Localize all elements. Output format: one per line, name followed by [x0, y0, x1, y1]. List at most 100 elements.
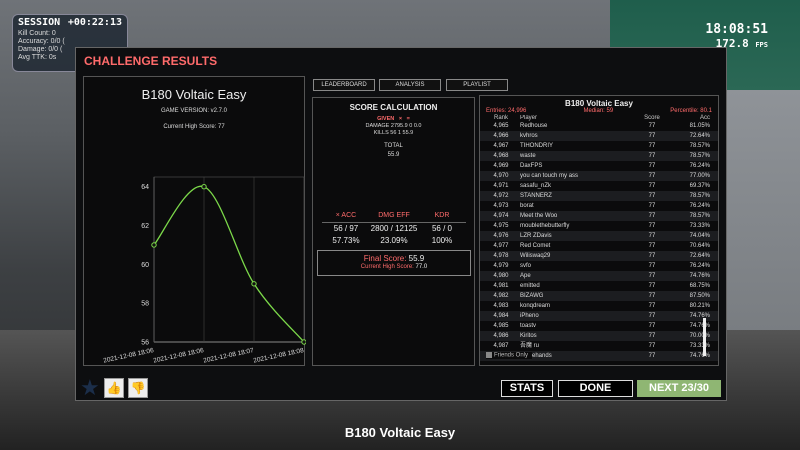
row-rank: 4,966	[493, 133, 509, 139]
row-rank: 4,968	[493, 153, 509, 159]
median-score: Median: 59	[583, 108, 614, 114]
stats-button[interactable]: STATS	[501, 380, 553, 397]
stat-dmg-eff: DMG EFF 2800 / 12125 23.09%	[370, 210, 418, 247]
leaderboard-row[interactable]: 4,977 Red Comet 77 70.64%	[480, 241, 718, 251]
done-button[interactable]: DONE	[558, 380, 633, 397]
leaderboard-row[interactable]: 4,979 svfo 77 76.24%	[480, 261, 718, 271]
leaderboard-title: B180 Voltaic Easy	[565, 99, 633, 108]
row-rank: 4,987	[493, 343, 509, 349]
leaderboard-row[interactable]: 4,971 sasafu_nZk 77 69.37%	[480, 181, 718, 191]
thumbs-up-icon[interactable]: 👍	[104, 378, 124, 398]
leaderboard-row[interactable]: 4,978 Wiliswaq29 77 72.64%	[480, 251, 718, 261]
data-point[interactable]	[301, 339, 306, 345]
stat-percent: 100%	[431, 236, 453, 245]
row-acc: 74.76%	[689, 273, 710, 279]
final-score-box: Final Score: 55.9 Current High Score: 77…	[317, 250, 471, 276]
leaderboard-row[interactable]: 4,986 Kiritos 77 70.00%	[480, 331, 718, 341]
data-point[interactable]	[251, 281, 257, 287]
row-rank: 4,970	[493, 173, 509, 179]
row-score: 77	[648, 123, 656, 129]
row-player: kvhros	[520, 133, 538, 139]
leaderboard-row[interactable]: 4,984 iPheno 77 74.76%	[480, 311, 718, 321]
tab-analysis[interactable]: ANALYSIS	[379, 79, 441, 91]
row-rank: 4,969	[493, 163, 509, 169]
stat-kdr: KDR 56 / 0 100%	[418, 210, 466, 247]
y-tick-label: 60	[141, 262, 149, 269]
leaderboard-row[interactable]: 4,965 Redhouse 77 81.05%	[480, 121, 718, 131]
row-score: 77	[648, 333, 656, 339]
stat-value: 56 / 97	[333, 224, 359, 233]
row-acc: 78.57%	[689, 213, 710, 219]
row-player: Wiliswaq29	[520, 253, 551, 259]
given-label: GIVEN	[377, 116, 395, 122]
friends-only-toggle[interactable]: Friends Only	[486, 352, 533, 359]
entries-count: Entries: 24,996	[486, 108, 527, 114]
y-tick-label: 56	[141, 340, 149, 347]
star-icon[interactable]: ★	[80, 377, 100, 399]
data-point[interactable]	[151, 242, 157, 248]
row-score: 77	[648, 173, 656, 179]
friends-only-label: Friends Only	[494, 352, 529, 359]
x-tick-label: 2021-12-08 18:06	[103, 347, 155, 365]
leaderboard-row[interactable]: 4,974 Meet the Woo 77 78.57%	[480, 211, 718, 221]
leaderboard-row[interactable]: 4,973 borat 77 76.24%	[480, 201, 718, 211]
leaderboard-row[interactable]: 4,968 waste 77 78.57%	[480, 151, 718, 161]
kills-line: KILLS 56 1 55.9	[373, 130, 414, 136]
row-rank: 4,984	[493, 313, 509, 319]
multiply-label: ×	[398, 116, 403, 122]
leaderboard-row[interactable]: 4,980 Ape 77 74.76%	[480, 271, 718, 281]
row-acc: 78.57%	[689, 193, 710, 199]
panel-title: CHALLENGE RESULTS	[84, 54, 218, 68]
x-tick-label: 2021-12-08 18:06	[153, 347, 205, 365]
row-acc: 78.57%	[689, 143, 710, 149]
row-score: 77	[648, 263, 656, 269]
row-rank: 4,975	[493, 223, 509, 229]
leaderboard-row[interactable]: 4,983 konqdream 77 80.21%	[480, 301, 718, 311]
stat-value: 2800 / 12125	[370, 224, 418, 233]
high-score-value: 77.0	[415, 264, 428, 270]
leaderboard-row[interactable]: 4,975 moublethebutterfly 77 73.33%	[480, 221, 718, 231]
score-calc-table: GIVEN × = DAMAGE 2795.9 0 0.0 KILLS 56 1…	[313, 116, 474, 137]
row-acc: 76.24%	[689, 263, 710, 269]
row-score: 77	[648, 343, 656, 349]
row-rank: 4,976	[493, 233, 509, 239]
tab-playlist[interactable]: PLAYLIST	[446, 79, 508, 91]
row-acc: 72.64%	[689, 133, 710, 139]
leaderboard-meta: Entries: 24,996 Median: 59 Percentile: 8…	[480, 108, 718, 114]
row-acc: 77.00%	[689, 173, 710, 179]
leaderboard-row[interactable]: 4,967 TIHONDRIY 77 78.57%	[480, 141, 718, 151]
stat-label: DMG EFF	[370, 210, 418, 223]
data-point[interactable]	[201, 184, 207, 190]
leaderboard-row[interactable]: 4,987 吾魔 ru 77 73.33%	[480, 341, 718, 351]
thumbs-down-icon[interactable]: 👎	[128, 378, 148, 398]
stat-label: KDR	[418, 210, 466, 223]
row-rank: 4,971	[493, 183, 509, 189]
tab-leaderboard[interactable]: LEADERBOARD	[313, 79, 375, 91]
next-button[interactable]: NEXT 23/30	[637, 380, 721, 397]
final-score-value: 55.9	[408, 254, 425, 263]
row-score: 77	[648, 183, 656, 189]
leaderboard-row[interactable]: 4,970 you can touch my ass 77 77.00%	[480, 171, 718, 181]
leaderboard-row[interactable]: 4,985 toastv 77 74.76%	[480, 321, 718, 331]
row-player: Red Comet	[520, 243, 551, 249]
row-score: 77	[648, 163, 656, 169]
session-accuracy: Accuracy: 0/0 (	[18, 38, 65, 45]
friends-only-checkbox[interactable]	[486, 352, 492, 358]
score-history-chart: B180 Voltaic Easy GAME VERSION: v2.7.0 C…	[83, 76, 306, 366]
row-player: Kiritos	[520, 333, 537, 339]
leaderboard-row[interactable]: 4,969 DaxFPS 77 76.24%	[480, 161, 718, 171]
stat-percent: 57.73%	[332, 236, 360, 245]
clock-time: 18:08:51	[705, 22, 768, 37]
leaderboard-row[interactable]: 4,981 emitted 77 68.75%	[480, 281, 718, 291]
row-player: 吾魔 ru	[520, 343, 540, 349]
stat-acc: × ACC 56 / 97 57.73%	[322, 210, 370, 247]
row-rank: 4,973	[493, 203, 509, 209]
leaderboard-scrollbar[interactable]	[703, 318, 706, 356]
leaderboard-row[interactable]: 4,976 LZR ZDavis 77 74.04%	[480, 231, 718, 241]
leaderboard-row[interactable]: 4,982 BIZAWG 77 87.50%	[480, 291, 718, 301]
leaderboard-row[interactable]: 4,966 kvhros 77 72.64%	[480, 131, 718, 141]
row-acc: 72.64%	[689, 253, 710, 259]
stat-columns: × ACC 56 / 97 57.73% DMG EFF 2800 / 1212…	[322, 210, 466, 247]
y-tick-label: 58	[141, 301, 149, 308]
leaderboard-row[interactable]: 4,972 STANNERZ 77 78.57%	[480, 191, 718, 201]
